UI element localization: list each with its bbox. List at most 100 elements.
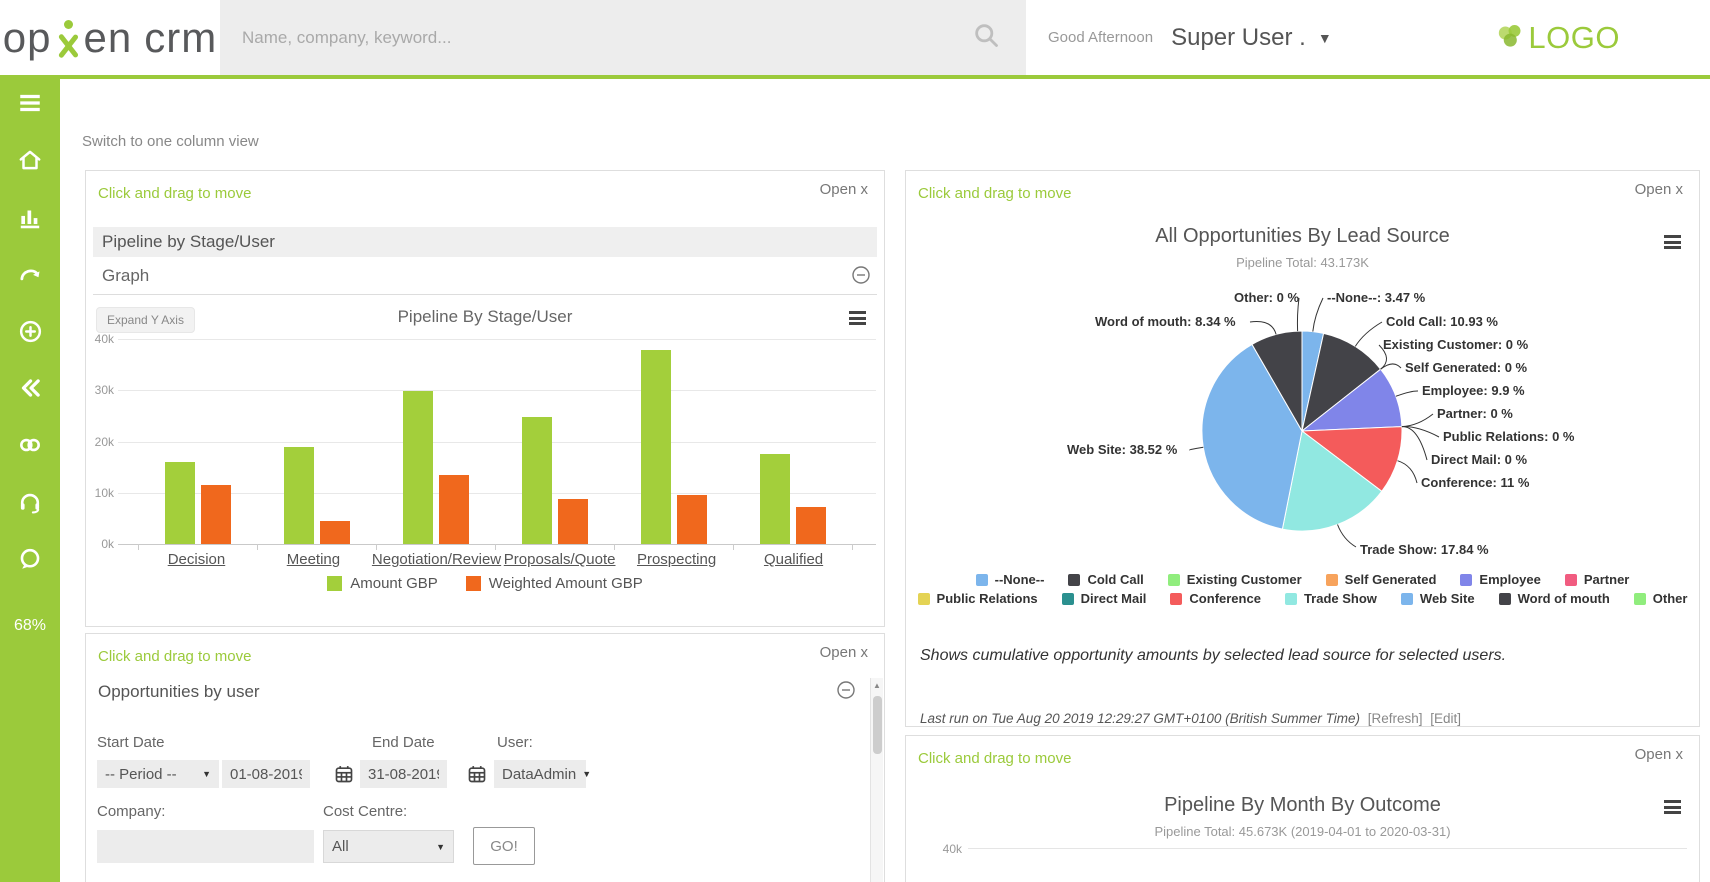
pie-label-word-of-mouth: Word of mouth: 8.34 % xyxy=(1095,314,1236,329)
bar-amount-gbp[interactable] xyxy=(641,350,671,544)
open-widget-link[interactable]: Open x xyxy=(820,644,868,661)
drag-handle[interactable]: Click and drag to move xyxy=(918,750,1071,767)
legend-item[interactable]: Employee xyxy=(1460,572,1540,587)
legend-item[interactable]: Self Generated xyxy=(1326,572,1437,587)
collapse-sidebar-icon[interactable] xyxy=(0,375,60,401)
bar-weighted-amount-gbp[interactable] xyxy=(439,475,469,544)
calendar-icon[interactable] xyxy=(467,764,487,784)
add-circle-icon[interactable] xyxy=(0,318,60,344)
open-widget-link[interactable]: Open x xyxy=(1635,746,1683,763)
search-icon[interactable] xyxy=(972,21,1000,54)
user-select[interactable]: DataAdmin ▼ xyxy=(494,760,586,788)
bar-weighted-amount-gbp[interactable] xyxy=(677,495,707,544)
legend-item[interactable]: Trade Show xyxy=(1285,591,1377,606)
bar-chart-icon[interactable] xyxy=(0,204,60,230)
scrollbar-thumb[interactable] xyxy=(873,696,882,754)
legend-item[interactable]: Amount GBP xyxy=(327,575,438,592)
pie-label-public-relations: Public Relations: 0 % xyxy=(1443,429,1574,444)
scroll-up-icon[interactable]: ▲ xyxy=(871,678,883,690)
calendar-icon[interactable] xyxy=(334,764,354,784)
user-label: User: xyxy=(497,734,533,751)
rings-icon[interactable] xyxy=(0,432,60,458)
legend-item[interactable]: Weighted Amount GBP xyxy=(466,575,643,592)
pie-connector xyxy=(1402,414,1433,427)
legend-swatch xyxy=(1499,593,1511,605)
bar-amount-gbp[interactable] xyxy=(284,447,314,544)
chart-menu-icon[interactable] xyxy=(1664,235,1681,252)
refresh-link[interactable]: [Refresh] xyxy=(1368,711,1423,726)
company-brand[interactable]: LOGO xyxy=(1494,0,1620,75)
y-axis-tick: 40k xyxy=(934,842,962,856)
panel-scrollbar[interactable]: ▲ xyxy=(870,678,883,882)
legend-item[interactable]: Cold Call xyxy=(1068,572,1143,587)
end-date-input[interactable] xyxy=(360,760,447,788)
start-date-input[interactable] xyxy=(222,760,310,788)
edit-link[interactable]: [Edit] xyxy=(1430,711,1461,726)
category-link[interactable]: Qualified xyxy=(735,551,852,568)
bar-amount-gbp[interactable] xyxy=(760,454,790,544)
chart-menu-icon[interactable] xyxy=(849,311,866,328)
category-link[interactable]: Prospecting xyxy=(618,551,735,568)
legend-item[interactable]: Other xyxy=(1634,591,1688,606)
legend-swatch xyxy=(1401,593,1413,605)
legend-item[interactable]: Direct Mail xyxy=(1062,591,1147,606)
logo-part-3: crm xyxy=(144,14,217,62)
drag-handle[interactable]: Click and drag to move xyxy=(918,185,1071,202)
collapse-icon[interactable] xyxy=(851,265,871,290)
pie-label-direct-mail: Direct Mail: 0 % xyxy=(1431,452,1527,467)
legend-item[interactable]: Public Relations xyxy=(918,591,1038,606)
redo-arrow-icon[interactable] xyxy=(0,261,60,287)
legend-item[interactable]: Word of mouth xyxy=(1499,591,1610,606)
bar-group xyxy=(257,339,376,544)
user-caret-icon[interactable]: ▼ xyxy=(1318,30,1332,46)
pie-label-other: Other: 0 % xyxy=(1234,290,1299,305)
category-link[interactable]: Meeting xyxy=(255,551,372,568)
bar-weighted-amount-gbp[interactable] xyxy=(796,507,826,544)
drag-handle[interactable]: Click and drag to move xyxy=(98,185,251,202)
bar-amount-gbp[interactable] xyxy=(403,391,433,544)
company-input[interactable] xyxy=(97,830,314,863)
home-icon[interactable] xyxy=(0,147,60,173)
legend-item[interactable]: Conference xyxy=(1170,591,1261,606)
chart-menu-icon[interactable] xyxy=(1664,800,1681,817)
bar-weighted-amount-gbp[interactable] xyxy=(320,521,350,544)
chat-bubble-icon[interactable] xyxy=(0,546,60,572)
legend-item[interactable]: Partner xyxy=(1565,572,1630,587)
gridline xyxy=(968,848,1687,849)
graph-section-label: Graph xyxy=(102,263,149,289)
legend-swatch xyxy=(1565,574,1577,586)
cost-centre-select[interactable]: All ▼ xyxy=(323,830,454,863)
x-axis-tick xyxy=(376,544,377,550)
menu-icon[interactable] xyxy=(0,90,60,116)
pie-label-trade-show: Trade Show: 17.84 % xyxy=(1360,542,1489,557)
search-input[interactable] xyxy=(220,28,972,48)
category-link[interactable]: Negotiation/Review xyxy=(372,551,501,568)
period-select[interactable]: -- Period -- ▼ xyxy=(97,760,219,788)
user-menu[interactable]: Super User . xyxy=(1171,24,1306,52)
category-link[interactable]: Decision xyxy=(138,551,255,568)
open-widget-link[interactable]: Open x xyxy=(820,181,868,198)
legend-item[interactable]: Web Site xyxy=(1401,591,1475,606)
legend-item[interactable]: Existing Customer xyxy=(1168,572,1302,587)
widget-header[interactable]: Pipeline by Stage/User xyxy=(93,227,877,257)
category-link[interactable]: Proposals/Quote xyxy=(501,551,618,568)
bar-weighted-amount-gbp[interactable] xyxy=(558,499,588,544)
go-button[interactable]: GO! xyxy=(473,827,535,865)
app-logo[interactable]: op en crm xyxy=(0,0,220,75)
bar-amount-gbp[interactable] xyxy=(522,417,552,544)
bar-weighted-amount-gbp[interactable] xyxy=(201,485,231,544)
legend-swatch xyxy=(1634,593,1646,605)
pie-label-partner: Partner: 0 % xyxy=(1437,406,1513,421)
legend-item[interactable]: --None-- xyxy=(976,572,1045,587)
bar-amount-gbp[interactable] xyxy=(165,462,195,544)
collapse-icon[interactable] xyxy=(836,680,856,705)
period-value: -- Period -- xyxy=(105,766,177,783)
open-widget-link[interactable]: Open x xyxy=(1635,181,1683,198)
x-axis-tick xyxy=(733,544,734,550)
pie-connector xyxy=(1381,364,1401,369)
headset-icon[interactable] xyxy=(0,489,60,515)
gridline xyxy=(118,544,876,545)
switch-column-view-link[interactable]: Switch to one column view xyxy=(82,133,259,150)
x-axis-tick xyxy=(138,544,139,550)
drag-handle[interactable]: Click and drag to move xyxy=(98,648,251,665)
